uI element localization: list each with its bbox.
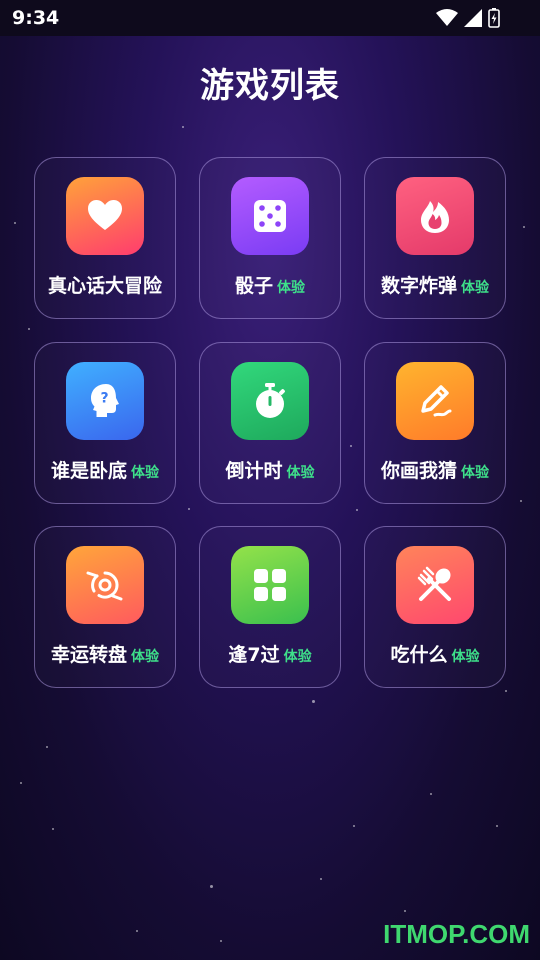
game-icon-tile	[396, 362, 474, 440]
status-time: 9:34	[12, 7, 60, 29]
stopwatch-icon	[256, 383, 285, 418]
game-label: 真心话大冒险	[47, 275, 162, 297]
game-label: 逢7过	[228, 644, 280, 666]
game-icon-tile	[231, 546, 309, 624]
game-label: 吃什么	[390, 644, 448, 666]
game-card-dice[interactable]: 骰子 体验	[199, 157, 341, 319]
battery-icon	[488, 8, 500, 28]
trial-badge: 体验	[283, 649, 312, 665]
game-card-truth-or-dare[interactable]: 真心话大冒险	[34, 157, 176, 319]
game-icon-tile: ?	[66, 362, 144, 440]
grid-icon	[254, 569, 286, 601]
game-label: 幸运转盘	[50, 644, 127, 666]
pen-icon	[421, 385, 452, 417]
heart-icon	[88, 200, 122, 230]
flame-icon	[421, 201, 449, 233]
watermark: ITMOP.COM	[383, 919, 530, 949]
game-card-what-to-eat[interactable]: 吃什么 体验	[364, 526, 506, 688]
trial-badge: 体验	[461, 465, 489, 481]
game-icon-tile	[231, 177, 309, 255]
trial-badge: 体验	[451, 649, 480, 665]
page-title: 游戏列表	[200, 66, 340, 106]
wifi-icon	[436, 9, 458, 26]
game-card-skip-seven[interactable]: 逢7过 体验	[199, 526, 341, 688]
wheel-icon	[86, 571, 123, 601]
trial-badge: 体验	[277, 280, 305, 296]
game-card-countdown[interactable]: 倒计时 体验	[199, 342, 341, 504]
game-label: 倒计时	[225, 460, 283, 482]
game-icon-tile	[66, 177, 144, 255]
game-icon-tile	[396, 177, 474, 255]
game-label: 你画我猜	[380, 460, 457, 482]
game-card-number-bomb[interactable]: 数字炸弹 体验	[364, 157, 506, 319]
trial-badge: 体验	[286, 465, 315, 481]
status-bar: 9:34	[0, 0, 540, 36]
game-label: 数字炸弹	[380, 275, 457, 297]
game-icon-tile	[66, 546, 144, 624]
game-card-lucky-wheel[interactable]: 幸运转盘 体验	[34, 526, 176, 688]
status-icons	[436, 7, 500, 29]
game-label: 谁是卧底	[50, 460, 127, 482]
signal-icon	[464, 9, 482, 27]
trial-badge: 体验	[131, 649, 159, 665]
head-question-icon: ?	[91, 384, 119, 417]
game-card-draw-and-guess[interactable]: 你画我猜 体验	[364, 342, 506, 504]
game-card-undercover[interactable]: ? 谁是卧底 体验	[34, 342, 176, 504]
utensils-icon	[417, 566, 451, 601]
trial-badge: 体验	[461, 280, 489, 296]
dice-icon	[254, 200, 286, 232]
game-icon-tile	[231, 362, 309, 440]
game-icon-tile	[396, 546, 474, 624]
trial-badge: 体验	[131, 465, 159, 481]
svg-text:?: ?	[100, 391, 108, 407]
game-label: 骰子	[234, 275, 273, 297]
